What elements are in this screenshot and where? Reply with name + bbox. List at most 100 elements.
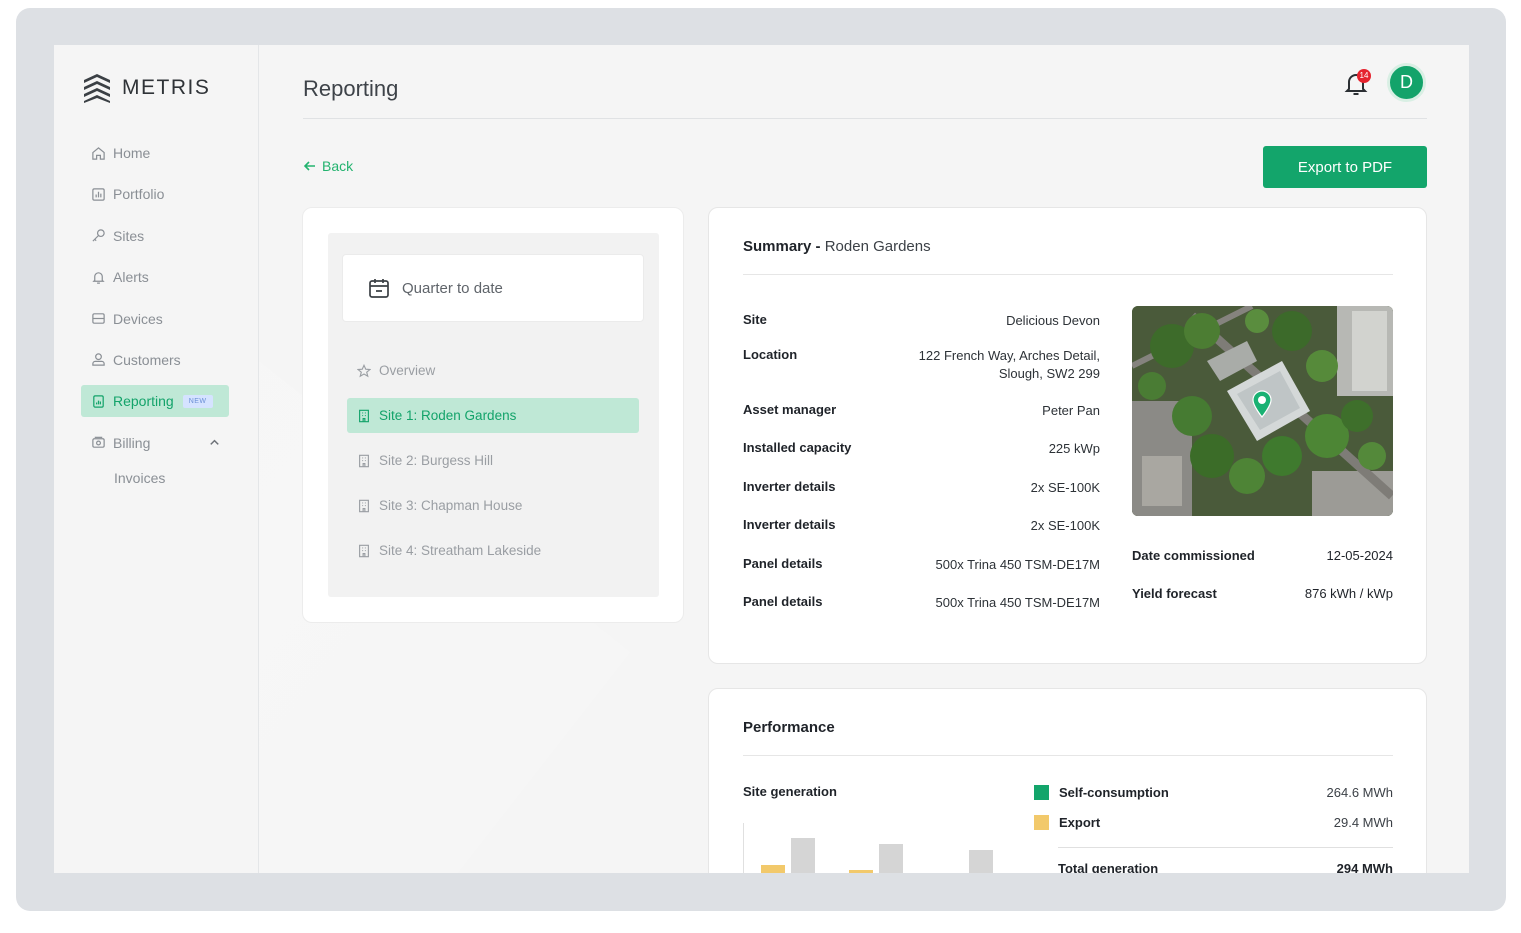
total-generation-row: Total generation 294 MWh [1058, 861, 1393, 873]
sidebar-item-reporting[interactable]: Reporting NEW [81, 385, 229, 418]
location-line-2: Slough, SW2 299 [998, 366, 1100, 381]
summary-key: Panel details [743, 594, 823, 609]
chart-bar [791, 838, 815, 873]
building-icon [359, 409, 369, 422]
sidebar-item-alerts[interactable]: Alerts [81, 261, 229, 293]
site-aerial-image [1132, 306, 1393, 516]
report-section-list: Overview Site 1: Roden Gardens Site 2: B… [347, 353, 639, 578]
total-label: Total generation [1058, 861, 1159, 873]
sidebar-item-sites[interactable]: Sites [81, 220, 229, 252]
star-icon [357, 363, 371, 377]
legend-value: 264.6 MWh [1326, 785, 1393, 800]
chevron-up-icon[interactable] [207, 435, 222, 450]
chart-icon [92, 188, 105, 201]
building-icon [359, 454, 369, 467]
legend-swatch [1034, 815, 1049, 830]
legend-label: Export [1059, 815, 1101, 830]
sidebar-item-label: Devices [113, 310, 163, 327]
report-item-overview[interactable]: Overview [347, 353, 639, 388]
calendar-icon [369, 279, 389, 298]
chart-bar [969, 850, 993, 873]
total-value: 294 MWh [1336, 861, 1393, 873]
billing-icon [92, 436, 105, 449]
back-label: Back [322, 158, 354, 174]
summary-row: Site Delicious Devon [743, 312, 1100, 330]
report-item-label: Site 3: Chapman House [379, 498, 523, 513]
report-item-site-2[interactable]: Site 2: Burgess Hill [347, 443, 639, 478]
sidebar-item-label: Billing [113, 434, 151, 451]
performance-divider [743, 755, 1393, 756]
report-item-site-1[interactable]: Site 1: Roden Gardens [347, 398, 639, 433]
report-item-label: Site 2: Burgess Hill [379, 453, 494, 468]
header-divider [303, 118, 1427, 119]
sidebar-item-billing[interactable]: Billing [81, 427, 229, 459]
sidebar-nav: Home Portfolio Sites Alerts Devices Cust… [81, 137, 229, 492]
summary-key: Inverter details [743, 479, 836, 494]
period-selector[interactable]: Quarter to date [342, 254, 644, 322]
legend-label: Self-consumption [1059, 785, 1169, 800]
summary-row: Panel details 500x Trina 450 TSM-DE17M [743, 556, 1100, 574]
summary-site-name: Roden Gardens [824, 238, 931, 255]
sidebar-item-customers[interactable]: Customers [81, 344, 229, 376]
chart-label: Site generation [743, 784, 837, 799]
summary-side-row: Date commissioned 12-05-2024 [1132, 548, 1393, 563]
summary-row: Panel details 500x Trina 450 TSM-DE17M [743, 594, 1100, 612]
sidebar-item-home[interactable]: Home [81, 137, 229, 169]
brand-name: METRIS [122, 76, 211, 99]
sidebar-item-devices[interactable]: Devices [81, 303, 229, 335]
home-icon [92, 146, 105, 160]
new-badge: NEW [182, 394, 213, 408]
summary-value: 2x SE-100K [1030, 480, 1100, 495]
legend-divider [1058, 847, 1393, 848]
summary-divider [743, 274, 1393, 275]
performance-title: Performance [743, 719, 835, 736]
summary-value: 12-05-2024 [1326, 548, 1394, 563]
user-avatar[interactable]: D [1387, 63, 1426, 102]
sidebar-item-label: Sites [113, 227, 145, 244]
summary-row: Asset manager Peter Pan [743, 402, 1100, 420]
device-icon [92, 313, 105, 324]
users-icon [92, 353, 105, 367]
report-icon [93, 395, 104, 408]
sidebar-item-label: Alerts [113, 269, 149, 286]
summary-value: Delicious Devon [1006, 313, 1100, 328]
performance-card: Performance Site generation Self-consump… [708, 688, 1427, 873]
legend-swatch [1034, 785, 1049, 800]
summary-key: Installed capacity [743, 440, 852, 455]
sidebar-item-portfolio[interactable]: Portfolio [81, 178, 229, 210]
summary-row: Installed capacity 225 kWp [743, 440, 1100, 458]
key-icon [92, 229, 105, 242]
sidebar-item-label: Reporting [113, 393, 174, 410]
chart-bar [761, 865, 785, 873]
chart-bar [849, 870, 873, 873]
report-navigator-card: Quarter to date Overview Site 1: Roden G… [302, 207, 684, 623]
summary-title-prefix: Summary - [743, 238, 821, 255]
export-pdf-button[interactable]: Export to PDF [1263, 146, 1427, 188]
summary-value: 2x SE-100K [1030, 518, 1100, 533]
summary-card: Summary - Roden Gardens Site Delicious D… [708, 207, 1427, 664]
page-title: Reporting [303, 76, 399, 101]
sidebar: METRIS Home Portfolio Sites Alerts Devic… [54, 45, 259, 873]
chart-bar [879, 844, 903, 873]
back-link[interactable]: Back [303, 158, 353, 174]
sidebar-item-label: Portfolio [113, 186, 165, 203]
report-item-label: Site 4: Streatham Lakeside [379, 543, 542, 558]
summary-key: Location [743, 347, 798, 362]
summary-value: 500x Trina 450 TSM-DE17M [935, 557, 1101, 572]
legend-value: 29.4 MWh [1333, 815, 1393, 830]
report-item-site-4[interactable]: Site 4: Streatham Lakeside [347, 533, 639, 568]
notification-count-badge: 14 [1357, 69, 1371, 83]
legend-self-consumption: Self-consumption 264.6 MWh [1034, 785, 1393, 800]
sidebar-item-label: Home [113, 145, 151, 161]
summary-value: 500x Trina 450 TSM-DE17M [935, 595, 1101, 610]
report-item-site-3[interactable]: Site 3: Chapman House [347, 488, 639, 523]
bell-icon [92, 271, 105, 284]
map-pin-icon [1252, 390, 1272, 418]
summary-row: Inverter details 2x SE-100K [743, 479, 1100, 497]
arrow-left-icon [303, 161, 315, 171]
sidebar-subitem-invoices[interactable]: Invoices [81, 464, 229, 492]
report-item-label: Overview [379, 363, 436, 378]
brand-logo[interactable]: METRIS [82, 72, 210, 104]
summary-value: 122 French Way, Arches Detail, Slough, S… [919, 347, 1100, 383]
period-label: Quarter to date [402, 279, 503, 297]
